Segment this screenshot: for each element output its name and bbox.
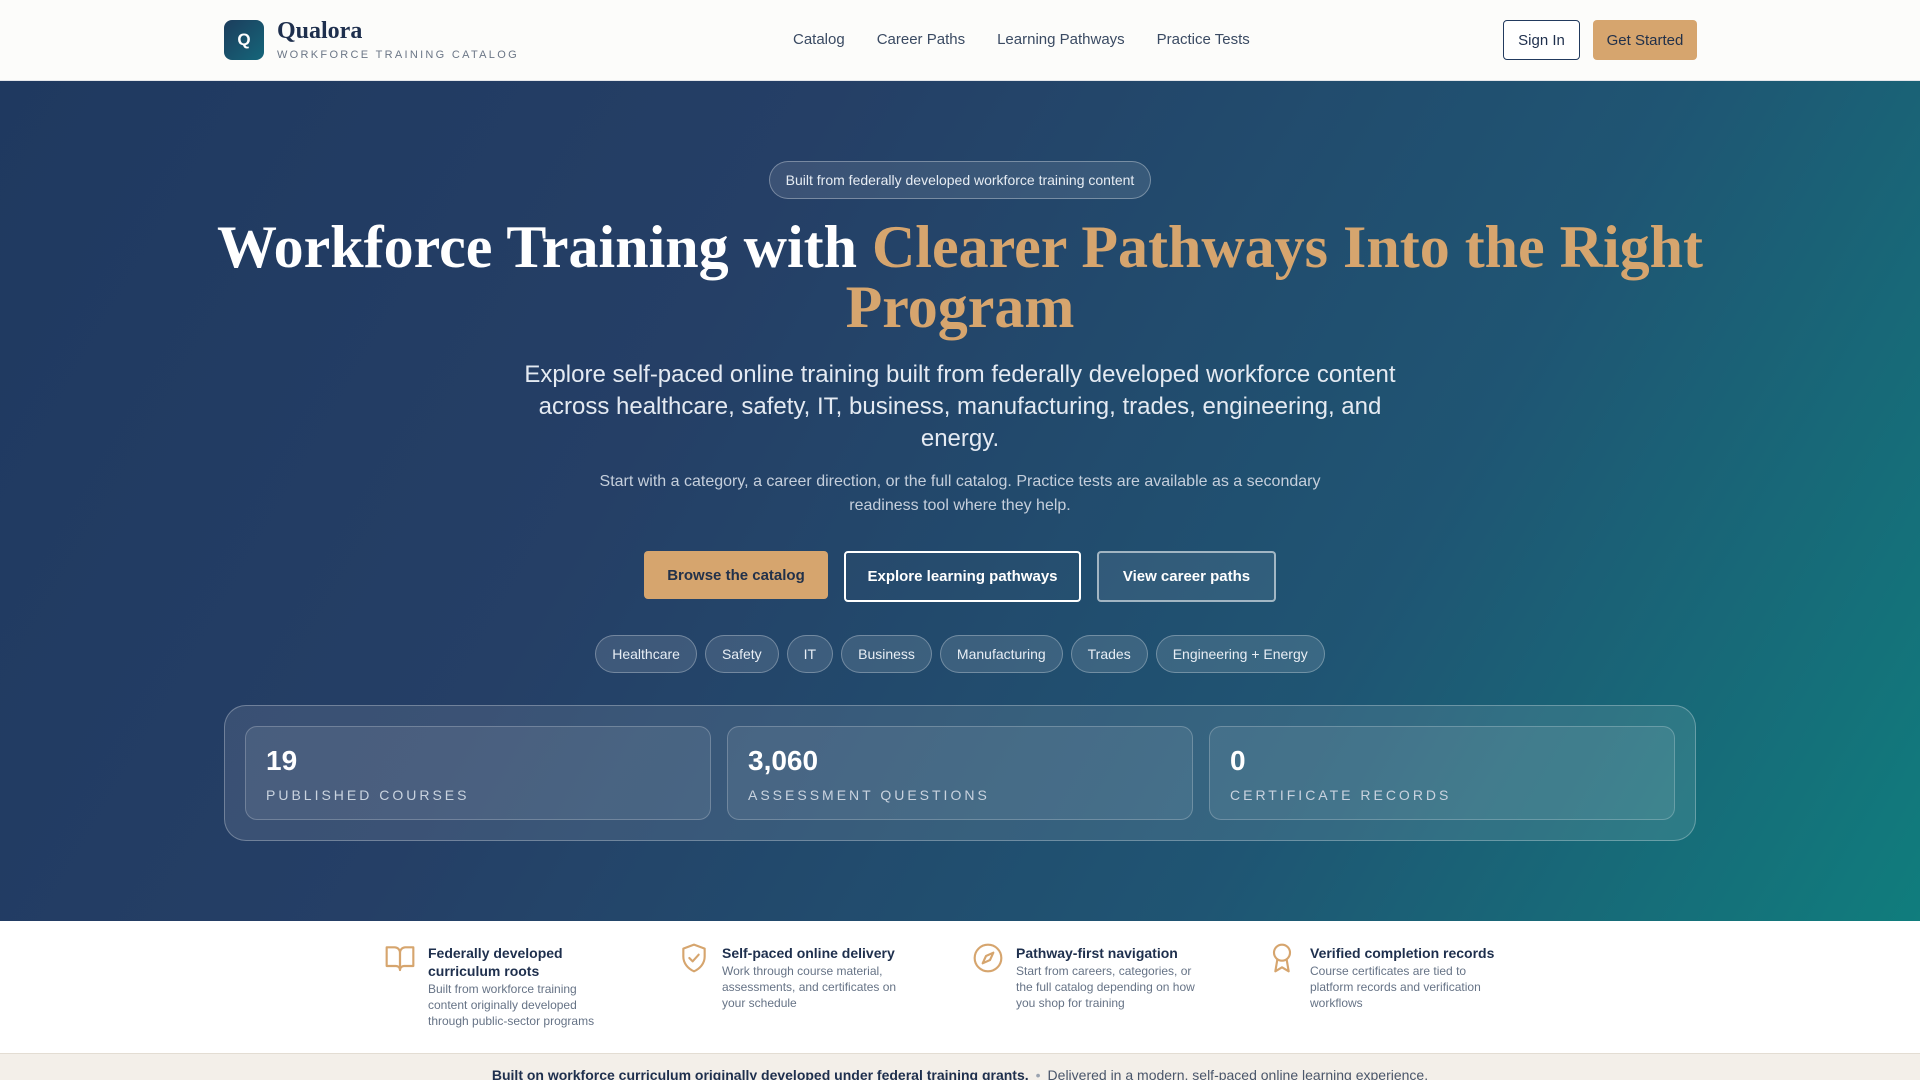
category-chip-business[interactable]: Business <box>841 635 932 673</box>
stat-value: 0 <box>1230 745 1246 776</box>
feature-title: Verified completion records <box>1310 945 1495 961</box>
stat-value: 3,060 <box>748 745 819 776</box>
hero-subtitle: Explore self-paced online training built… <box>524 361 1396 452</box>
feature-title: Pathway-first navigation <box>1016 945 1178 961</box>
shield-check-icon <box>682 943 706 973</box>
feature-title: Federally developed curriculum roots <box>428 945 563 979</box>
attribution-strong-text: Built on workforce curriculum originally… <box>491 1067 1029 1080</box>
feature-highlights: Federally developed curriculum roots Bui… <box>0 921 1920 1053</box>
feature-description: Built from workforce training content or… <box>428 982 595 1028</box>
brand-name: Qualora <box>277 18 363 44</box>
category-chip-trades[interactable]: Trades <box>1070 635 1148 673</box>
attribution-text: Delivered in a modern, self-paced online… <box>1047 1067 1429 1080</box>
browse-catalog-button[interactable]: Browse the catalog <box>644 551 828 599</box>
brand-logo-mark: Q <box>224 20 264 60</box>
stat-card-certificate-records: 0 CERTIFICATE RECORDS <box>1209 726 1675 820</box>
nav-link-learning-pathways[interactable]: Learning Pathways <box>997 31 1125 48</box>
stat-label: CERTIFICATE RECORDS <box>1230 787 1452 803</box>
attribution-strip: Built on workforce curriculum originally… <box>0 1053 1920 1080</box>
nav-link-career-paths[interactable]: Career Paths <box>877 31 965 48</box>
hero-description: Start with a category, a career directio… <box>599 473 1321 514</box>
view-career-paths-button[interactable]: View career paths <box>1097 551 1276 602</box>
hero-section: Built from federally developed workforce… <box>0 81 1920 921</box>
feature-description: Start from careers, categories, or the f… <box>1016 964 1195 1010</box>
hero-title-accent: Clearer Pathways Into the Right Program <box>845 214 1704 340</box>
stat-label: PUBLISHED COURSES <box>266 787 470 803</box>
hero-title-plain: Workforce Training with <box>216 214 872 280</box>
brand-tagline: WORKFORCE TRAINING CATALOG <box>277 49 519 61</box>
brand-logo-link[interactable]: Q Qualora WORKFORCE TRAINING CATALOG <box>224 18 519 61</box>
nav-link-catalog[interactable]: Catalog <box>793 31 845 48</box>
nav-link-practice-tests[interactable]: Practice Tests <box>1157 31 1250 48</box>
top-navigation-bar: Q Qualora WORKFORCE TRAINING CATALOG Cat… <box>0 0 1920 81</box>
feature-item: Verified completion records Course certi… <box>1266 943 1496 1011</box>
feature-item: Federally developed curriculum roots Bui… <box>384 944 614 1029</box>
stat-card-published-courses: 19 PUBLISHED COURSES <box>245 726 711 820</box>
category-chip-it[interactable]: IT <box>786 635 834 673</box>
category-chip-safety[interactable]: Safety <box>704 635 779 673</box>
feature-title: Self-paced online delivery <box>722 945 895 961</box>
stat-card-assessment-questions: 3,060 ASSESSMENT QUESTIONS <box>727 726 1193 820</box>
stat-label: ASSESSMENT QUESTIONS <box>748 787 990 803</box>
get-started-button[interactable]: Get Started <box>1593 20 1697 60</box>
feature-item: Pathway-first navigation Start from care… <box>972 943 1202 1011</box>
open-book-icon <box>385 946 415 972</box>
stats-panel: 19 PUBLISHED COURSES 3,060 ASSESSMENT QU… <box>224 705 1696 841</box>
feature-description: Work through course material, assessment… <box>722 964 897 1010</box>
category-chip-healthcare[interactable]: Healthcare <box>595 635 697 673</box>
feature-description: Course certificates are tied to platform… <box>1310 964 1481 1010</box>
feature-item: Self-paced online delivery Work through … <box>678 943 908 1011</box>
category-chips: Healthcare Safety IT Business Manufactur… <box>0 635 1920 673</box>
sign-in-button[interactable]: Sign In <box>1503 20 1580 60</box>
award-ribbon-icon <box>1272 943 1292 973</box>
separator-dot: • <box>1035 1067 1041 1080</box>
hero-badge: Built from federally developed workforce… <box>769 161 1151 199</box>
explore-learning-pathways-button[interactable]: Explore learning pathways <box>844 551 1081 602</box>
category-chip-manufacturing[interactable]: Manufacturing <box>939 635 1063 673</box>
compass-icon <box>973 943 1003 973</box>
main-nav: Catalog Career Paths Learning Pathways P… <box>793 31 1250 48</box>
stat-value: 19 <box>266 745 298 776</box>
hero-title: Workforce Training with Clearer Pathways… <box>160 217 1760 337</box>
category-chip-engineering-energy[interactable]: Engineering + Energy <box>1155 635 1325 673</box>
